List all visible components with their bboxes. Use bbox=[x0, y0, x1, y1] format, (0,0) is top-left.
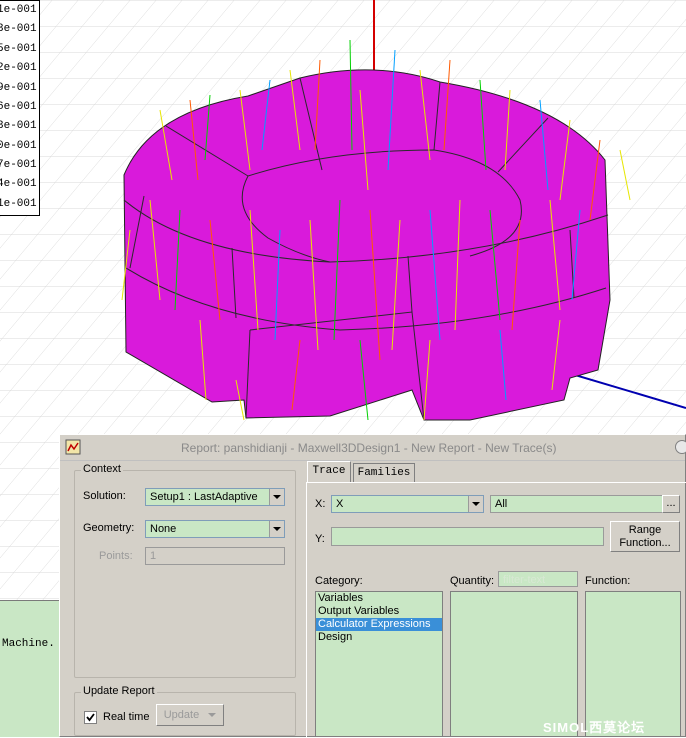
legend-value: 3e-001 bbox=[0, 23, 37, 35]
legend-value: 1e-001 bbox=[0, 4, 37, 16]
list-item[interactable]: Variables bbox=[316, 592, 442, 605]
quantity-filter-input[interactable]: filter-text bbox=[498, 571, 578, 587]
solution-select[interactable]: Setup1 : LastAdaptive bbox=[145, 488, 285, 506]
y-label: Y: bbox=[315, 533, 325, 545]
quantity-label: Quantity: bbox=[450, 575, 495, 587]
geometry-value: None bbox=[150, 523, 177, 535]
x-range-more-button[interactable]: ... bbox=[662, 495, 680, 513]
geometry-select[interactable]: None bbox=[145, 520, 285, 538]
legend-value: 5e-001 bbox=[0, 43, 37, 55]
solution-label: Solution: bbox=[83, 490, 126, 502]
close-icon[interactable] bbox=[675, 440, 686, 454]
function-label: Function: bbox=[585, 575, 631, 587]
category-label: Category: bbox=[315, 575, 363, 587]
check-icon bbox=[86, 713, 95, 722]
list-item-selected[interactable]: Calculator Expressions bbox=[316, 618, 442, 631]
points-field[interactable]: 1 bbox=[145, 547, 285, 565]
legend: 1e-001 3e-001 5e-001 2e-001 9e-001 6e-00… bbox=[0, 0, 40, 216]
update-button-label: Update bbox=[163, 709, 200, 721]
tab-trace[interactable]: Trace bbox=[307, 461, 351, 483]
context-group: Context Solution: Setup1 : LastAdaptive … bbox=[74, 463, 296, 678]
update-report-label: Update Report bbox=[81, 685, 157, 697]
legend-value: 0e-001 bbox=[0, 140, 37, 152]
list-item[interactable]: Design bbox=[316, 631, 442, 644]
x-label: X: bbox=[315, 498, 326, 510]
message-text: Machine. bbox=[2, 638, 55, 650]
realtime-checkbox[interactable] bbox=[84, 711, 97, 724]
chevron-down-icon[interactable] bbox=[269, 489, 284, 505]
report-dialog: Report: panshidianji - Maxwell3DDesign1 … bbox=[59, 434, 686, 738]
list-item[interactable]: Output Variables bbox=[316, 605, 442, 618]
report-app-icon bbox=[65, 439, 81, 455]
solution-value: Setup1 : LastAdaptive bbox=[150, 491, 258, 503]
tab-families[interactable]: Families bbox=[353, 463, 415, 483]
update-button[interactable]: Update bbox=[156, 704, 224, 726]
message-panel: Machine. bbox=[0, 600, 60, 737]
dialog-titlebar[interactable]: Report: panshidianji - Maxwell3DDesign1 … bbox=[60, 435, 686, 461]
legend-value: 4e-001 bbox=[0, 178, 37, 190]
legend-value: 1e-001 bbox=[0, 198, 37, 210]
geometry-label: Geometry: bbox=[83, 522, 135, 534]
y-field[interactable] bbox=[331, 527, 604, 546]
x-range-field[interactable]: All bbox=[490, 495, 663, 513]
chevron-down-icon bbox=[208, 713, 217, 718]
trace-panel: X: X All ... Y: Range Function... Catego… bbox=[306, 482, 686, 738]
x-value: X bbox=[336, 498, 344, 510]
category-list[interactable]: Variables Output Variables Calculator Ex… bbox=[315, 591, 443, 737]
x-select[interactable]: X bbox=[331, 495, 484, 513]
realtime-label: Real time bbox=[103, 711, 150, 723]
points-label: Points: bbox=[99, 550, 133, 562]
range-function-button[interactable]: Range Function... bbox=[610, 521, 680, 552]
chevron-down-icon[interactable] bbox=[269, 521, 284, 537]
context-group-label: Context bbox=[81, 463, 123, 475]
update-report-group: Update Report Real time Update bbox=[74, 685, 296, 736]
magnet-ring[interactable] bbox=[123, 69, 611, 421]
legend-value: 9e-001 bbox=[0, 82, 37, 94]
legend-value: 2e-001 bbox=[0, 62, 37, 74]
legend-value: 7e-001 bbox=[0, 159, 37, 171]
function-list[interactable] bbox=[585, 591, 681, 737]
watermark-logo: SIMOL西莫论坛 bbox=[543, 720, 646, 735]
legend-value: 3e-001 bbox=[0, 120, 37, 132]
chevron-down-icon[interactable] bbox=[468, 496, 483, 512]
dialog-title: Report: panshidianji - Maxwell3DDesign1 … bbox=[181, 441, 557, 455]
quantity-list[interactable] bbox=[450, 591, 578, 737]
legend-value: 6e-001 bbox=[0, 101, 37, 113]
